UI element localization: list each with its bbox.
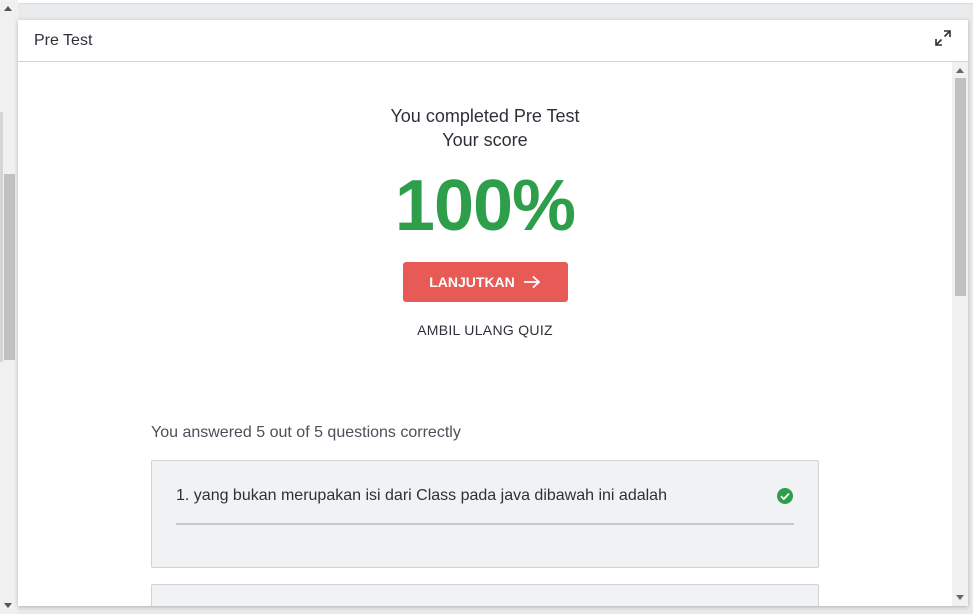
score-value: 100% (394, 166, 576, 246)
continue-button[interactable]: LANJUTKAN (402, 262, 568, 302)
scroll-up-arrow-icon[interactable] (4, 6, 12, 11)
page-scrollbar[interactable] (0, 0, 18, 614)
modal-title: Pre Test (34, 31, 93, 49)
result-section: You completed Pre Test Your score 100% L… (18, 62, 952, 338)
scroll-thumb[interactable] (4, 174, 15, 360)
scroll-up-arrow-icon[interactable] (956, 68, 964, 73)
scroll-thumb[interactable] (955, 78, 966, 296)
scroll-down-arrow-icon[interactable] (956, 595, 964, 600)
check-circle-icon (777, 488, 793, 504)
continue-button-label: LANJUTKAN (429, 274, 515, 290)
retake-quiz-link[interactable]: AMBIL ULANG QUIZ (18, 322, 952, 338)
scroll-track (0, 112, 3, 362)
completed-text: You completed Pre Test (390, 106, 580, 126)
expand-button[interactable] (934, 29, 952, 52)
quiz-modal: Pre Test You completed Pre Test Your sco… (18, 20, 968, 606)
expand-icon[interactable] (934, 29, 952, 47)
question-text: 1. yang bukan merupakan isi dari Class p… (176, 487, 667, 504)
modal-body: You completed Pre Test Your score 100% L… (18, 62, 952, 606)
modal-header: Pre Test (18, 20, 968, 62)
top-strip (18, 0, 973, 4)
answer-summary: You answered 5 out of 5 questions correc… (151, 424, 461, 441)
score-label: Your score (442, 130, 528, 150)
question-divider (176, 523, 794, 525)
question-card[interactable]: 1. yang bukan merupakan isi dari Class p… (151, 460, 819, 568)
question-card[interactable] (151, 584, 819, 606)
question-row: 1. yang bukan merupakan isi dari Class p… (176, 487, 794, 505)
modal-scrollbar[interactable] (952, 62, 968, 606)
scroll-down-arrow-icon[interactable] (4, 603, 12, 608)
arrow-right-icon (523, 275, 541, 289)
